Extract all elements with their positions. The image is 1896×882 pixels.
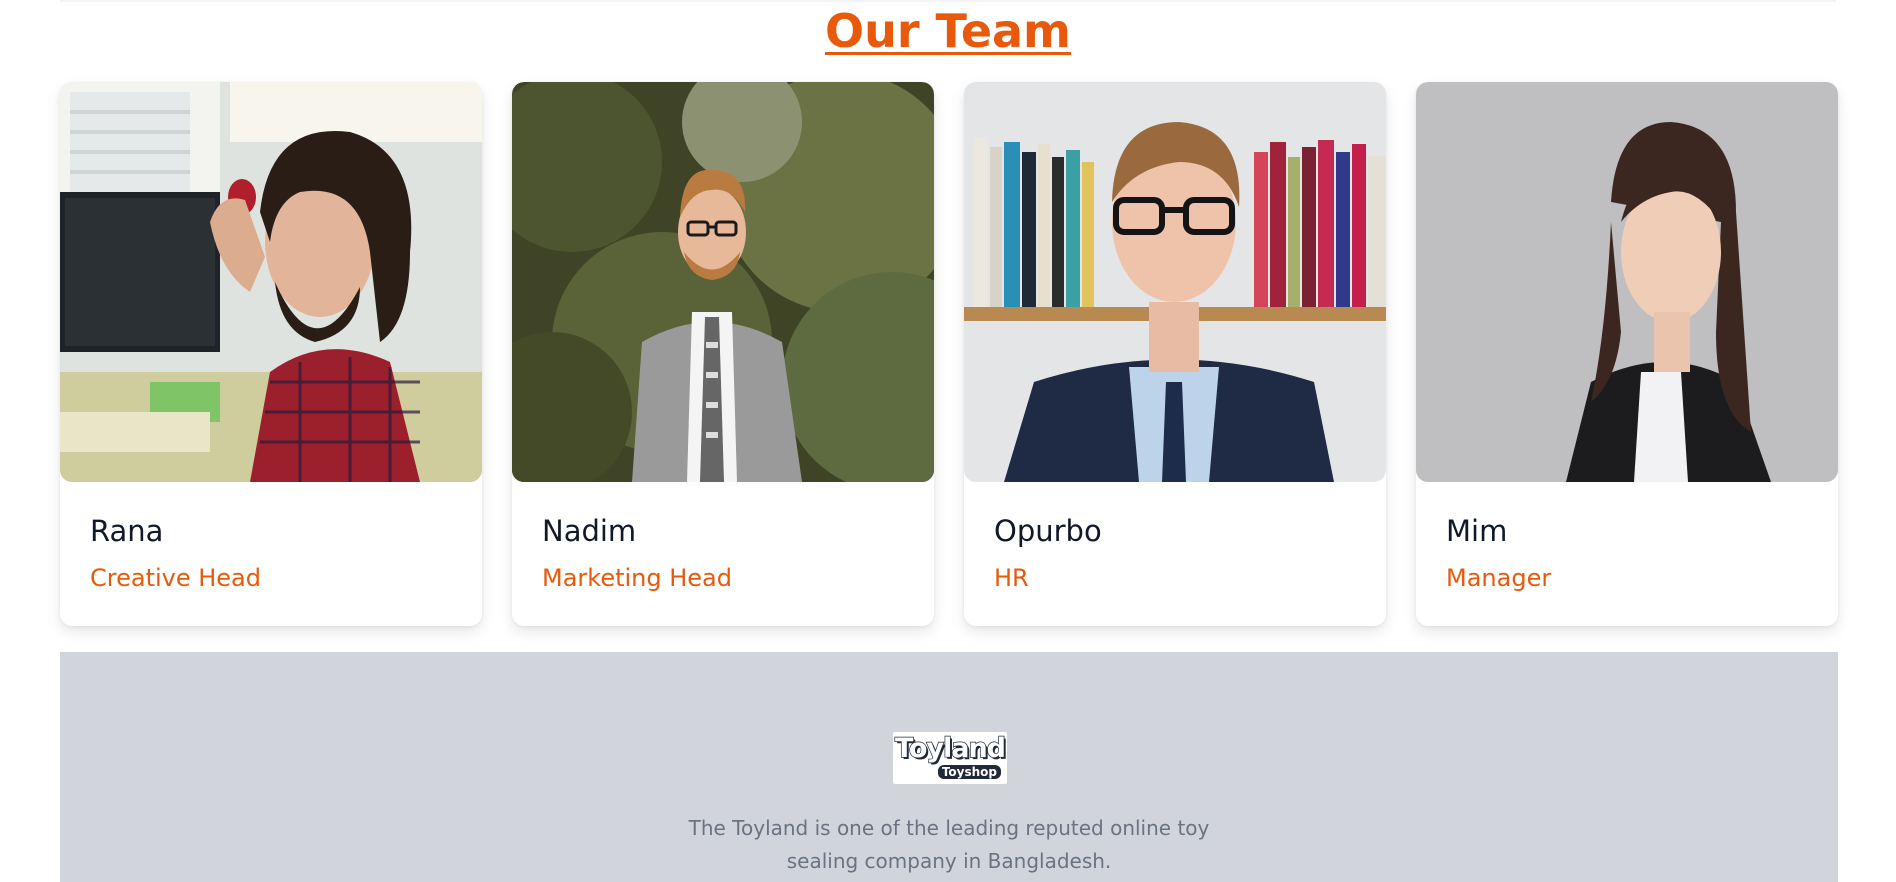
team-member-photo	[964, 82, 1386, 482]
team-grid: Rana Creative Head Nadim Marketing Head …	[60, 82, 1838, 626]
team-member-name: Rana	[90, 514, 164, 548]
team-member-role: Manager	[1446, 564, 1552, 592]
team-member-role: Marketing Head	[542, 564, 732, 592]
team-member-photo	[60, 82, 482, 482]
team-member-role: HR	[994, 564, 1029, 592]
team-card[interactable]: Rana Creative Head	[60, 82, 482, 626]
top-divider	[60, 0, 1836, 2]
footer-about-text: The Toyland is one of the leading repute…	[688, 816, 1210, 873]
section-title: Our Team	[825, 4, 1071, 58]
team-member-photo	[1416, 82, 1838, 482]
team-member-name: Mim	[1446, 514, 1508, 548]
site-footer: Toyland Toyshop The Toyland is one of th…	[60, 652, 1838, 882]
team-member-name: Opurbo	[994, 514, 1102, 548]
team-card[interactable]: Mim Manager	[1416, 82, 1838, 626]
team-card[interactable]: Opurbo HR	[964, 82, 1386, 626]
logo-wordmark: Toyland	[894, 732, 1006, 764]
logo-subtitle: Toyshop	[937, 765, 1001, 779]
toyland-logo[interactable]: Toyland Toyshop	[893, 732, 1007, 784]
team-member-name: Nadim	[542, 514, 637, 548]
team-card[interactable]: Nadim Marketing Head	[512, 82, 934, 626]
team-member-role: Creative Head	[90, 564, 261, 592]
team-member-photo	[512, 82, 934, 482]
